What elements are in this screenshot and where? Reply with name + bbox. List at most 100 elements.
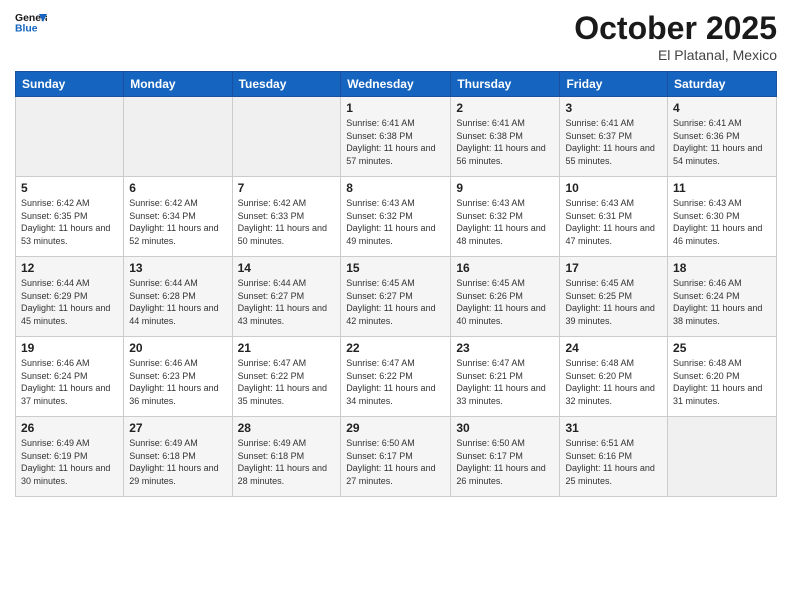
day-info: Sunrise: 6:47 AMSunset: 6:22 PMDaylight:… [238,357,336,407]
calendar-cell [668,417,777,497]
calendar-cell: 16Sunrise: 6:45 AMSunset: 6:26 PMDayligh… [451,257,560,337]
day-info: Sunrise: 6:44 AMSunset: 6:28 PMDaylight:… [129,277,226,327]
day-number: 15 [346,261,445,275]
calendar-cell: 4 Sunrise: 6:41 AMSunset: 6:36 PMDaylight… [668,97,777,177]
day-number: 7 [238,181,336,195]
calendar-cell: 30 Sunrise: 6:50 AMSunset: 6:17 PMDayligh… [451,417,560,497]
col-monday: Monday [124,72,232,97]
calendar-cell: 9Sunrise: 6:43 AMSunset: 6:32 PMDaylight… [451,177,560,257]
logo: General Blue [15,10,47,38]
day-info: Sunrise: 6:48 AMSunset: 6:20 PMDaylight:… [565,357,662,407]
calendar-cell: 3 Sunrise: 6:41 AMSunset: 6:37 PMDaylight… [560,97,668,177]
day-info: Sunrise: 6:43 AMSunset: 6:30 PMDaylight:… [673,197,771,247]
col-wednesday: Wednesday [341,72,451,97]
day-number: 28 [238,421,336,435]
day-info: Sunrise: 6:42 AMSunset: 6:35 PMDaylight:… [21,197,118,247]
calendar-cell: 24 Sunrise: 6:48 AMSunset: 6:20 PMDayligh… [560,337,668,417]
day-number: 20 [129,341,226,355]
calendar-cell: 18Sunrise: 6:46 AMSunset: 6:24 PMDayligh… [668,257,777,337]
col-sunday: Sunday [16,72,124,97]
calendar-cell: 31 Sunrise: 6:51 AMSunset: 6:16 PMDayligh… [560,417,668,497]
day-number: 11 [673,181,771,195]
calendar-cell: 14 Sunrise: 6:44 AMSunset: 6:27 PMDayligh… [232,257,341,337]
calendar-cell: 1 Sunrise: 6:41 AMSunset: 6:38 PMDaylight… [341,97,451,177]
day-number: 14 [238,261,336,275]
page-container: General Blue October 2025 El Platanal, M… [0,0,792,507]
day-info: Sunrise: 6:49 AMSunset: 6:18 PMDaylight:… [129,437,226,487]
day-number: 25 [673,341,771,355]
day-info: Sunrise: 6:51 AMSunset: 6:16 PMDaylight:… [565,437,662,487]
calendar-cell: 7 Sunrise: 6:42 AMSunset: 6:33 PMDaylight… [232,177,341,257]
month-title: October 2025 [574,10,777,47]
day-info: Sunrise: 6:47 AMSunset: 6:22 PMDaylight:… [346,357,445,407]
day-info: Sunrise: 6:43 AMSunset: 6:31 PMDaylight:… [565,197,662,247]
day-info: Sunrise: 6:44 AMSunset: 6:27 PMDaylight:… [238,277,336,327]
calendar-week-row: 1 Sunrise: 6:41 AMSunset: 6:38 PMDaylight… [16,97,777,177]
calendar-week-row: 19Sunrise: 6:46 AMSunset: 6:24 PMDayligh… [16,337,777,417]
day-info: Sunrise: 6:41 AMSunset: 6:36 PMDaylight:… [673,117,771,167]
col-friday: Friday [560,72,668,97]
calendar-cell [232,97,341,177]
day-info: Sunrise: 6:46 AMSunset: 6:23 PMDaylight:… [129,357,226,407]
day-info: Sunrise: 6:49 AMSunset: 6:19 PMDaylight:… [21,437,118,487]
calendar-cell: 21 Sunrise: 6:47 AMSunset: 6:22 PMDayligh… [232,337,341,417]
day-number: 5 [21,181,118,195]
day-number: 23 [456,341,554,355]
day-number: 10 [565,181,662,195]
calendar-cell: 19Sunrise: 6:46 AMSunset: 6:24 PMDayligh… [16,337,124,417]
day-number: 29 [346,421,445,435]
day-info: Sunrise: 6:41 AMSunset: 6:38 PMDaylight:… [346,117,445,167]
day-info: Sunrise: 6:42 AMSunset: 6:33 PMDaylight:… [238,197,336,247]
calendar-cell: 28 Sunrise: 6:49 AMSunset: 6:18 PMDayligh… [232,417,341,497]
header: General Blue October 2025 El Platanal, M… [15,10,777,63]
day-info: Sunrise: 6:45 AMSunset: 6:27 PMDaylight:… [346,277,445,327]
day-number: 27 [129,421,226,435]
calendar-cell: 23Sunrise: 6:47 AMSunset: 6:21 PMDayligh… [451,337,560,417]
day-info: Sunrise: 6:50 AMSunset: 6:17 PMDaylight:… [346,437,445,487]
location-subtitle: El Platanal, Mexico [574,47,777,63]
day-info: Sunrise: 6:42 AMSunset: 6:34 PMDaylight:… [129,197,226,247]
day-info: Sunrise: 6:49 AMSunset: 6:18 PMDaylight:… [238,437,336,487]
calendar-cell: 20 Sunrise: 6:46 AMSunset: 6:23 PMDayligh… [124,337,232,417]
calendar-cell: 15 Sunrise: 6:45 AMSunset: 6:27 PMDayligh… [341,257,451,337]
day-number: 22 [346,341,445,355]
calendar-cell: 8Sunrise: 6:43 AMSunset: 6:32 PMDaylight… [341,177,451,257]
calendar-cell: 27 Sunrise: 6:49 AMSunset: 6:18 PMDayligh… [124,417,232,497]
day-number: 2 [456,101,554,115]
day-info: Sunrise: 6:41 AMSunset: 6:37 PMDaylight:… [565,117,662,167]
calendar-cell: 6 Sunrise: 6:42 AMSunset: 6:34 PMDaylight… [124,177,232,257]
day-number: 9 [456,181,554,195]
svg-text:Blue: Blue [15,24,38,35]
day-number: 12 [21,261,118,275]
day-number: 6 [129,181,226,195]
col-saturday: Saturday [668,72,777,97]
calendar-week-row: 12 Sunrise: 6:44 AMSunset: 6:29 PMDayligh… [16,257,777,337]
day-number: 1 [346,101,445,115]
day-number: 3 [565,101,662,115]
calendar-cell: 25Sunrise: 6:48 AMSunset: 6:20 PMDayligh… [668,337,777,417]
calendar-cell: 17Sunrise: 6:45 AMSunset: 6:25 PMDayligh… [560,257,668,337]
day-info: Sunrise: 6:50 AMSunset: 6:17 PMDaylight:… [456,437,554,487]
calendar-cell [124,97,232,177]
day-number: 21 [238,341,336,355]
day-info: Sunrise: 6:44 AMSunset: 6:29 PMDaylight:… [21,277,118,327]
calendar-cell: 10 Sunrise: 6:43 AMSunset: 6:31 PMDayligh… [560,177,668,257]
calendar-cell: 11 Sunrise: 6:43 AMSunset: 6:30 PMDayligh… [668,177,777,257]
day-number: 4 [673,101,771,115]
day-number: 16 [456,261,554,275]
day-info: Sunrise: 6:41 AMSunset: 6:38 PMDaylight:… [456,117,554,167]
day-number: 30 [456,421,554,435]
calendar-cell: 2 Sunrise: 6:41 AMSunset: 6:38 PMDaylight… [451,97,560,177]
day-number: 31 [565,421,662,435]
day-number: 13 [129,261,226,275]
day-info: Sunrise: 6:46 AMSunset: 6:24 PMDaylight:… [21,357,118,407]
day-number: 24 [565,341,662,355]
day-info: Sunrise: 6:45 AMSunset: 6:25 PMDaylight:… [565,277,662,327]
calendar-table: Sunday Monday Tuesday Wednesday Thursday… [15,71,777,497]
calendar-cell: 26Sunrise: 6:49 AMSunset: 6:19 PMDayligh… [16,417,124,497]
calendar-cell: 29 Sunrise: 6:50 AMSunset: 6:17 PMDayligh… [341,417,451,497]
logo-icon: General Blue [15,10,47,38]
title-block: October 2025 El Platanal, Mexico [574,10,777,63]
calendar-cell [16,97,124,177]
calendar-week-row: 26Sunrise: 6:49 AMSunset: 6:19 PMDayligh… [16,417,777,497]
